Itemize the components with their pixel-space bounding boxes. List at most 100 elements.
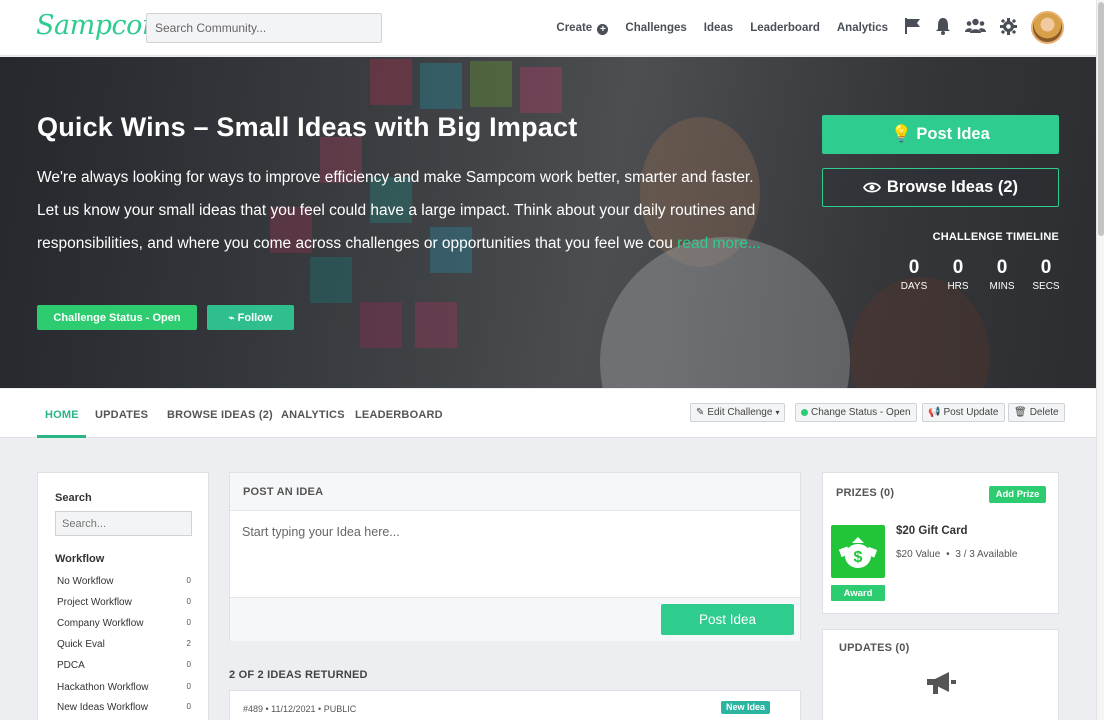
tab-leaderboard[interactable]: LEADERBOARD [355,409,443,421]
browse-ideas-button[interactable]: Browse Ideas (2) [822,168,1059,207]
post-idea-heading: POST AN IDEA [230,473,800,511]
follow-button[interactable]: ⌁ Follow [207,305,294,330]
community-search-input[interactable] [146,13,382,43]
delete-label: Delete [1029,407,1059,418]
challenge-status-button[interactable]: Challenge Status - Open [37,305,197,330]
scrollbar-thumb[interactable] [1098,2,1104,236]
edit-challenge-button[interactable]: ✎ Edit Challenge ▾ [690,403,786,422]
challenge-hero-banner: Quick Wins – Small Ideas with Big Impact… [0,57,1096,388]
flag-icon[interactable] [904,17,921,35]
nav-challenges[interactable]: Challenges [625,22,686,34]
active-tab-indicator [37,435,86,438]
ideas-returned-count: 2 OF 2 IDEAS RETURNED [229,669,368,681]
countdown-hrs-value: 0 [952,257,964,278]
filter-sidebar: Search Workflow No Workflow 0 Project Wor… [37,472,209,720]
workflow-label: Workflow [55,553,105,565]
sidebar-search-input[interactable] [55,511,192,536]
separator-dot: • [946,549,950,560]
svg-text:$: $ [854,549,863,566]
workflow-item[interactable]: No Workflow 0 [57,576,191,587]
workflow-count: 2 [186,639,191,648]
countdown-mins-value: 0 [996,257,1008,278]
lightbulb-icon: 💡 [891,125,912,143]
read-more-link[interactable]: read more... [677,235,761,252]
post-idea-button[interactable]: Post Idea [661,604,794,635]
workflow-count: 0 [186,702,191,711]
follow-label: Follow [237,311,273,324]
users-icon[interactable] [965,18,986,34]
rss-icon: ⌁ [228,312,235,324]
countdown-timer: 0 DAYS 0 HRS 0 MINS 0 SECS [892,257,1068,292]
nav-create[interactable]: Create + [556,21,609,35]
idea-text-input[interactable]: Start typing your Idea here... [242,525,400,539]
chevron-down-icon: ▾ [775,408,780,417]
post-update-button[interactable]: 📢 Post Update [922,403,1005,422]
challenge-timeline-label: CHALLENGE TIMELINE [932,231,1059,243]
tab-updates[interactable]: UPDATES [95,409,148,421]
main-nav: Create + Challenges Ideas Leaderboard An… [556,0,888,56]
delete-challenge-button[interactable]: 🗑 Delete [1008,403,1065,422]
countdown-secs-label: SECS [1032,281,1060,292]
post-update-label: Post Update [943,407,999,418]
new-idea-badge: New Idea [721,701,771,714]
idea-meta: #489 • 11/12/2021 • PUBLIC [243,704,357,714]
workflow-item[interactable]: Quick Eval 2 [57,639,191,650]
hero-post-idea-button[interactable]: 💡 Post Idea [822,115,1059,154]
tab-browse-ideas[interactable]: BROWSE IDEAS (2) [167,409,273,421]
nav-analytics[interactable]: Analytics [837,22,888,34]
prize-availability: 3 / 3 Available [955,549,1018,560]
prize-value: $20 Value [896,549,941,560]
prize-details: $20 Value • 3 / 3 Available [896,549,1017,560]
plus-circle-icon: + [597,23,609,35]
workflow-item[interactable]: Hackathon Workflow 0 [57,682,191,693]
top-navbar: Sampcom Create + Challenges Ideas Leader… [0,0,1096,56]
countdown-secs: 0 SECS [1024,257,1068,292]
challenge-tabbar: HOME UPDATES BROWSE IDEAS (2) ANALYTICS … [0,389,1096,438]
change-status-label: Change Status - Open [811,407,911,418]
nav-icons [904,17,1017,35]
gift-card-icon: $ [831,525,885,578]
tab-analytics[interactable]: ANALYTICS [281,409,345,421]
countdown-hrs-label: HRS [947,281,969,292]
countdown-hrs: 0 HRS [936,257,980,292]
workflow-name: Hackathon Workflow [57,682,149,693]
countdown-mins: 0 MINS [980,257,1024,292]
change-status-button[interactable]: Change Status - Open [795,403,917,422]
countdown-days-value: 0 [908,257,920,278]
hero-post-idea-label: Post Idea [916,125,990,143]
add-prize-button[interactable]: Add Prize [989,486,1046,503]
trash-icon: 🗑 [1014,407,1027,418]
edit-icon: ✎ [696,407,705,418]
browse-ideas-label: Browse Ideas (2) [886,178,1019,196]
tab-home[interactable]: HOME [45,409,79,421]
nav-ideas[interactable]: Ideas [704,22,733,34]
edit-challenge-label: Edit Challenge [707,407,773,418]
page-scrollbar[interactable] [1096,0,1104,720]
nav-leaderboard[interactable]: Leaderboard [750,22,820,34]
workflow-name: Company Workflow [57,618,144,629]
challenge-description: We're always looking for ways to improve… [37,161,767,260]
challenge-description-text: We're always looking for ways to improve… [37,169,756,252]
workflow-item[interactable]: Project Workflow 0 [57,597,191,608]
workflow-name: PDCA [57,660,85,671]
gear-icon[interactable] [1000,17,1017,35]
workflow-item[interactable]: Company Workflow 0 [57,618,191,629]
bell-icon[interactable] [935,17,951,35]
post-idea-panel: POST AN IDEA Start typing your Idea here… [229,472,801,641]
prize-name: $20 Gift Card [896,525,968,537]
post-idea-footer: Post Idea [230,597,800,641]
user-avatar[interactable] [1031,11,1064,44]
countdown-days: 0 DAYS [892,257,936,292]
workflow-item[interactable]: New Ideas Workflow 0 [57,702,191,713]
workflow-name: Quick Eval [57,639,105,650]
idea-card[interactable]: #489 • 11/12/2021 • PUBLIC New Idea [229,690,801,720]
workflow-name: New Ideas Workflow [57,702,148,713]
nav-create-label: Create [556,21,593,34]
workflow-item[interactable]: PDCA 0 [57,660,191,671]
award-button[interactable]: Award [831,585,885,601]
workflow-count: 0 [186,682,191,691]
updates-panel: UPDATES (0) [822,629,1059,720]
countdown-mins-label: MINS [989,281,1015,292]
status-dot-icon [801,409,808,416]
prizes-title: PRIZES (0) [836,487,895,499]
